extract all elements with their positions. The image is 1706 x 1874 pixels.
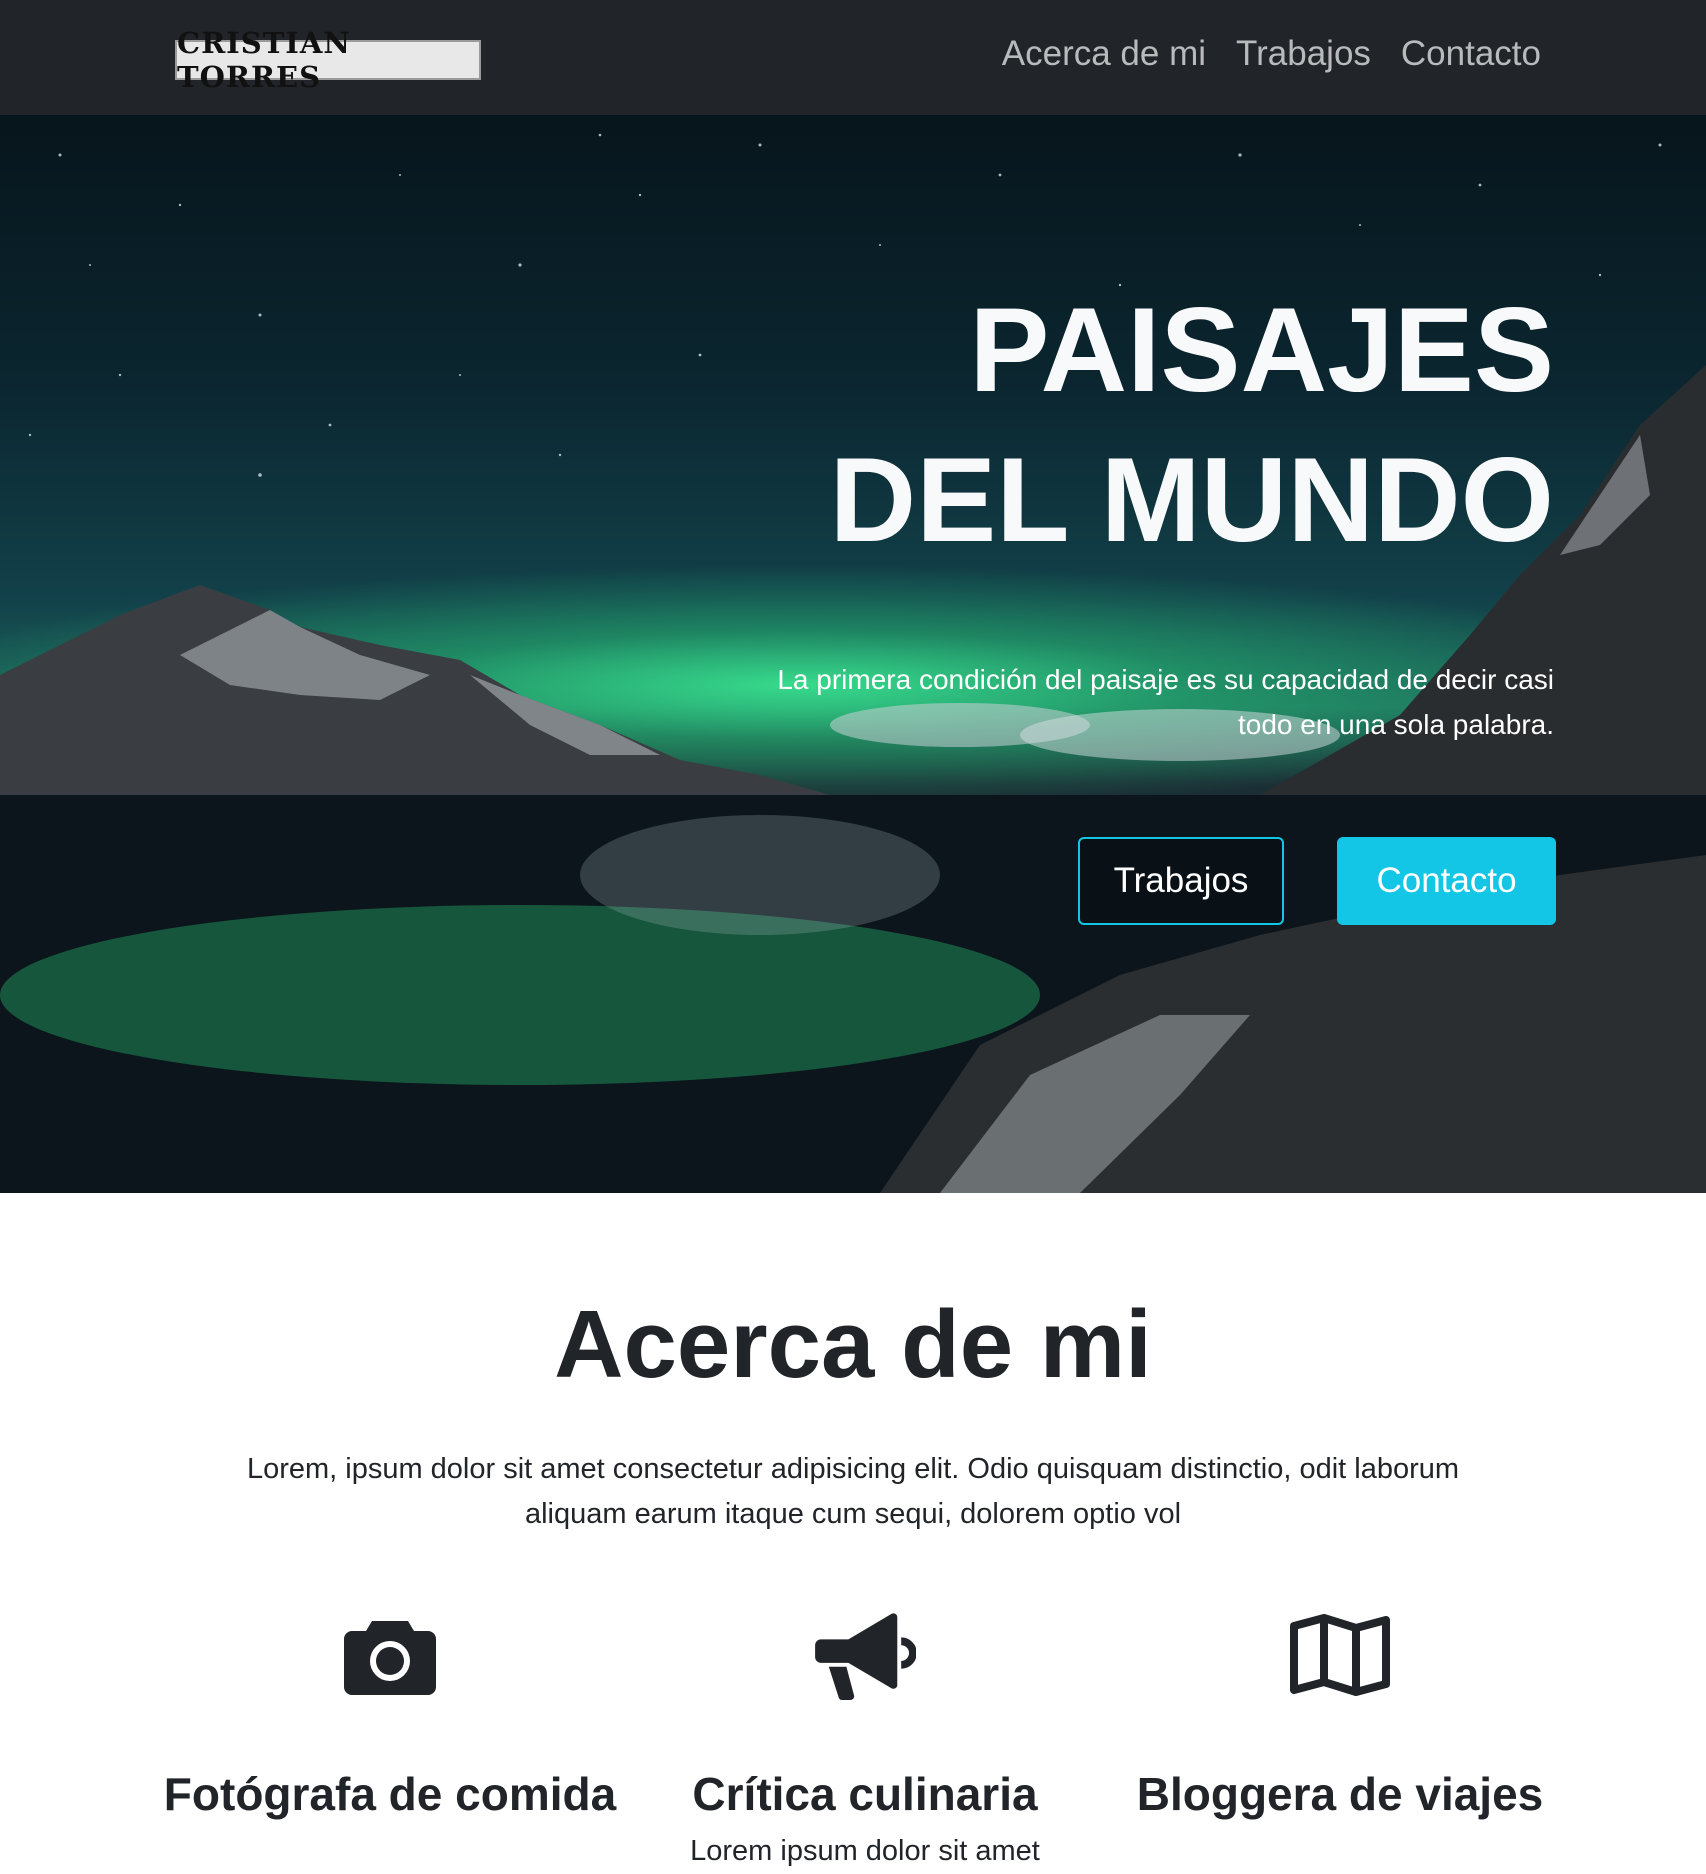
brand-logo[interactable]: CRISTIAN TORRES — [175, 26, 481, 94]
about-title: Acerca de mi — [554, 1291, 1152, 1398]
megaphone-icon — [815, 1613, 916, 1700]
contacto-button[interactable]: Contacto — [1337, 837, 1556, 925]
hero-section: PAISAJES DEL MUNDO La primera condición … — [0, 115, 1706, 1193]
hero-subtitle: La primera condición del paisaje es su c… — [777, 664, 1554, 740]
feature-travel-blogger: Bloggera de viajes — [1110, 1610, 1570, 1829]
nav-link-trabajos[interactable]: Trabajos — [1236, 34, 1371, 74]
hero-title: PAISAJES DEL MUNDO — [830, 275, 1554, 575]
navbar: CRISTIAN TORRES Acerca de mi Trabajos Co… — [0, 0, 1706, 115]
feature-text: Lorem ipsum dolor sit amet — [690, 1835, 1040, 1867]
about-text: Lorem, ipsum dolor sit amet consectetur … — [246, 1453, 1460, 1530]
feature-title: Bloggera de viajes — [1136, 1768, 1544, 1820]
feature-title: Crítica culinaria — [692, 1768, 1038, 1820]
nav-links: Acerca de mi Trabajos Contacto — [1002, 34, 1541, 74]
camera-icon — [344, 1621, 436, 1695]
nav-link-acerca[interactable]: Acerca de mi — [1002, 34, 1206, 74]
feature-food-critic: Crítica culinaria Lorem ipsum dolor sit … — [635, 1610, 1095, 1874]
brand-logo-text: CRISTIAN TORRES — [177, 26, 351, 94]
map-icon — [1290, 1614, 1390, 1696]
feature-title: Fotógrafa de comida — [163, 1768, 617, 1820]
hero-title-line2: DEL MUNDO — [829, 433, 1554, 567]
trabajos-button[interactable]: Trabajos — [1078, 837, 1284, 925]
feature-food-photographer: Fotógrafa de comida — [160, 1610, 620, 1829]
nav-link-contacto[interactable]: Contacto — [1401, 34, 1541, 74]
hero-title-line1: PAISAJES — [969, 283, 1554, 417]
